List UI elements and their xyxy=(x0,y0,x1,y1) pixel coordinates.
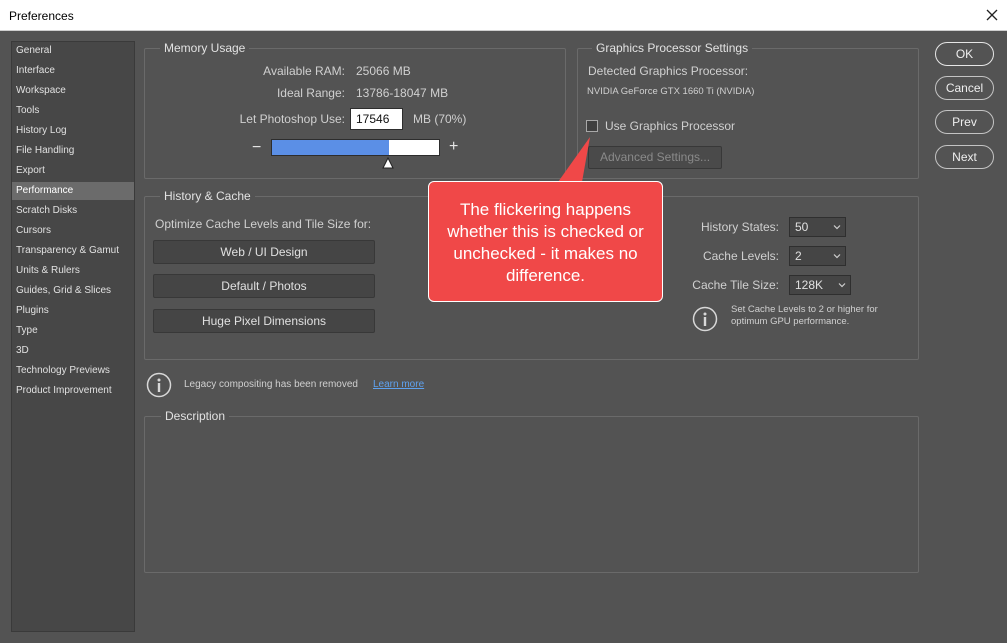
info-icon xyxy=(146,372,172,398)
web-ui-design-button[interactable]: Web / UI Design xyxy=(153,240,375,264)
sidebar-item-cursors[interactable]: Cursors xyxy=(12,222,134,240)
detected-gpu-label: Detected Graphics Processor: xyxy=(588,64,749,78)
huge-pixel-dimensions-button[interactable]: Huge Pixel Dimensions xyxy=(153,309,375,333)
sidebar: General Interface Workspace Tools Histor… xyxy=(11,41,135,632)
optimize-cache-label: Optimize Cache Levels and Tile Size for: xyxy=(155,217,372,231)
description-label: Description xyxy=(161,409,230,423)
sidebar-item-export[interactable]: Export xyxy=(12,162,134,180)
sidebar-item-interface[interactable]: Interface xyxy=(12,62,134,80)
cache-tile-size-value: 128K xyxy=(795,278,824,292)
memory-slider-fill xyxy=(272,140,389,155)
advanced-settings-button[interactable]: Advanced Settings... xyxy=(588,146,722,169)
sidebar-item-plugins[interactable]: Plugins xyxy=(12,302,134,320)
annotation-callout-text: The flickering happens whether this is c… xyxy=(447,200,644,285)
history-states-value: 50 xyxy=(795,220,809,234)
let-photoshop-use-input[interactable]: 17546 xyxy=(350,108,403,130)
cache-tip-line1: Set Cache Levels to 2 or higher for xyxy=(731,304,878,315)
sidebar-item-workspace[interactable]: Workspace xyxy=(12,82,134,100)
sidebar-item-product-improvement[interactable]: Product Improvement xyxy=(12,382,134,400)
detected-gpu-value: NVIDIA GeForce GTX 1660 Ti (NVIDIA) xyxy=(587,86,755,97)
close-button[interactable] xyxy=(977,0,1007,31)
chevron-down-icon xyxy=(838,283,846,288)
cache-tip-line2: optimum GPU performance. xyxy=(731,316,850,327)
sidebar-item-performance[interactable]: Performance xyxy=(12,182,134,200)
sidebar-item-general[interactable]: General xyxy=(12,42,134,60)
cache-levels-value: 2 xyxy=(795,249,802,263)
annotation-callout: The flickering happens whether this is c… xyxy=(428,181,663,302)
ideal-range-value: 13786-18047 MB xyxy=(356,86,449,100)
use-gpu-checkbox[interactable] xyxy=(586,120,598,132)
let-photoshop-use-suffix: MB (70%) xyxy=(413,112,467,126)
prev-button[interactable]: Prev xyxy=(935,110,994,134)
window-title: Preferences xyxy=(9,9,74,23)
memory-decrease-button[interactable]: − xyxy=(252,139,261,157)
sidebar-item-type[interactable]: Type xyxy=(12,322,134,340)
graphics-processor-label: Graphics Processor Settings xyxy=(592,41,753,55)
sidebar-item-3d[interactable]: 3D xyxy=(12,342,134,360)
cache-tile-size-select[interactable]: 128K xyxy=(789,275,851,295)
sidebar-item-history-log[interactable]: History Log xyxy=(12,122,134,140)
sidebar-item-guides-grid-slices[interactable]: Guides, Grid & Slices xyxy=(12,282,134,300)
memory-slider[interactable] xyxy=(271,139,440,156)
description-group xyxy=(144,416,919,573)
history-cache-label: History & Cache xyxy=(160,189,255,203)
cancel-button[interactable]: Cancel xyxy=(935,76,994,100)
ideal-range-label: Ideal Range: xyxy=(276,86,345,100)
learn-more-link[interactable]: Learn more xyxy=(373,379,424,390)
memory-increase-button[interactable]: + xyxy=(449,138,458,156)
title-bar: Preferences xyxy=(0,0,1007,31)
next-button[interactable]: Next xyxy=(935,145,994,169)
cache-levels-select[interactable]: 2 xyxy=(789,246,846,266)
sidebar-item-technology-previews[interactable]: Technology Previews xyxy=(12,362,134,380)
memory-slider-thumb[interactable] xyxy=(382,157,394,169)
ok-button[interactable]: OK xyxy=(935,42,994,66)
chevron-down-icon xyxy=(833,225,841,230)
sidebar-item-file-handling[interactable]: File Handling xyxy=(12,142,134,160)
sidebar-item-transparency-gamut[interactable]: Transparency & Gamut xyxy=(12,242,134,260)
legacy-compositing-text: Legacy compositing has been removed xyxy=(184,379,358,390)
chevron-down-icon xyxy=(833,254,841,259)
history-states-select[interactable]: 50 xyxy=(789,217,846,237)
sidebar-item-tools[interactable]: Tools xyxy=(12,102,134,120)
available-ram-value: 25066 MB xyxy=(356,64,411,78)
close-icon xyxy=(986,9,998,21)
info-icon xyxy=(692,306,718,332)
callout-pointer xyxy=(558,137,590,182)
memory-usage-label: Memory Usage xyxy=(160,41,250,55)
default-photos-button[interactable]: Default / Photos xyxy=(153,274,375,298)
sidebar-item-scratch-disks[interactable]: Scratch Disks xyxy=(12,202,134,220)
sidebar-item-units-rulers[interactable]: Units & Rulers xyxy=(12,262,134,280)
use-gpu-label: Use Graphics Processor xyxy=(605,119,736,133)
let-photoshop-use-label: Let Photoshop Use: xyxy=(239,112,345,126)
available-ram-label: Available RAM: xyxy=(263,64,345,78)
